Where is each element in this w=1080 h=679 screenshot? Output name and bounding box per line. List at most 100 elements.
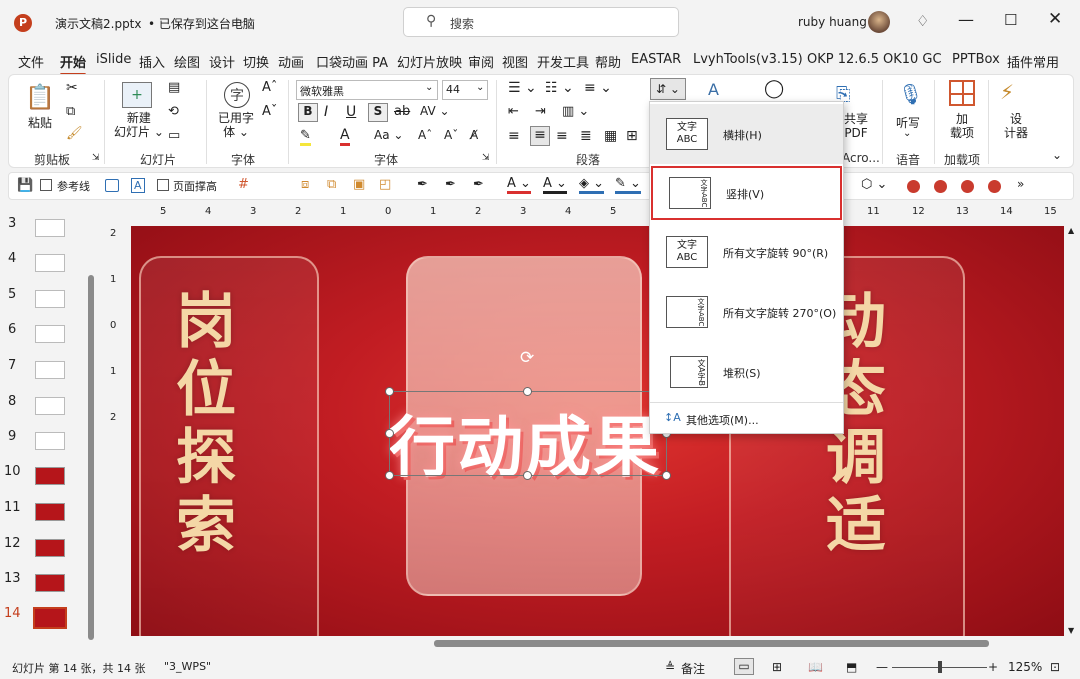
chevron-down-icon[interactable]: ⌵ bbox=[238, 13, 246, 27]
menu-item-vertical[interactable]: 文字ABC 竖排(V) bbox=[651, 166, 842, 220]
selection-box[interactable] bbox=[389, 391, 667, 476]
tab-design[interactable]: 设计 bbox=[209, 52, 235, 71]
new-slide-icon[interactable]: + bbox=[122, 82, 152, 108]
shrink-font-icon[interactable]: Aˇ bbox=[444, 128, 458, 142]
slide-thumbnail[interactable] bbox=[35, 397, 65, 415]
scroll-down-icon[interactable]: ▼ bbox=[1068, 626, 1074, 635]
lightbulb-icon[interactable]: ♢ bbox=[916, 12, 929, 30]
resize-handle[interactable] bbox=[523, 387, 532, 396]
slide-canvas[interactable]: 岗位探索 动态调适 行动成果 ⟳ bbox=[131, 226, 1064, 636]
strikethrough-icon[interactable]: ab bbox=[394, 104, 410, 119]
slide-thumbnail[interactable] bbox=[35, 503, 65, 521]
reading-view-icon[interactable]: 📖 bbox=[808, 660, 823, 674]
slide-thumbnail[interactable] bbox=[35, 574, 65, 592]
group-shapes-icon[interactable]: ⧉ bbox=[327, 177, 336, 192]
shadow-button[interactable]: S bbox=[368, 103, 388, 122]
highlight-icon[interactable]: ✎ bbox=[300, 128, 311, 146]
addins-label[interactable]: 加载项 bbox=[950, 112, 974, 140]
file-name[interactable]: 演示文稿2.pptx bbox=[55, 15, 142, 32]
merge-shapes-icon[interactable]: ▣ bbox=[353, 177, 365, 192]
addins-icon[interactable] bbox=[949, 80, 975, 106]
used-fonts-label[interactable]: 已用字体 ⌄ bbox=[218, 111, 254, 139]
slide-thumbnail[interactable] bbox=[35, 325, 65, 343]
tab-ok10[interactable]: OK10 GC bbox=[883, 52, 942, 67]
shape-effects-icon[interactable]: ⬡ ⌄ bbox=[861, 177, 887, 192]
guides-checkbox[interactable] bbox=[40, 179, 52, 191]
slideshow-icon[interactable]: ⬒ bbox=[846, 660, 857, 674]
zoom-level[interactable]: 125% bbox=[1008, 660, 1042, 674]
change-case-icon[interactable]: Aa ⌄ bbox=[374, 128, 403, 142]
text-direction-button[interactable]: ⇵ ⌄ bbox=[650, 78, 686, 100]
menu-item-more-options[interactable]: ↕A 其他选项(M)... bbox=[650, 404, 843, 434]
underline-button[interactable]: U bbox=[346, 104, 356, 120]
tab-file[interactable]: 文件 bbox=[18, 52, 44, 71]
zoom-slider-thumb[interactable] bbox=[938, 661, 942, 673]
shape-outline-icon[interactable]: ✎ ⌄ bbox=[615, 176, 641, 194]
resize-handle[interactable] bbox=[662, 471, 671, 480]
text-outline-icon[interactable]: A ⌄ bbox=[543, 176, 567, 194]
red-circle-4-icon[interactable] bbox=[988, 180, 1001, 193]
tab-review[interactable]: 审阅 bbox=[468, 52, 494, 71]
designer-label[interactable]: 设计器 bbox=[1004, 112, 1028, 140]
textbox-icon[interactable]: A bbox=[131, 178, 145, 193]
char-spacing-icon[interactable]: AV ⌄ bbox=[420, 104, 450, 118]
save-icon[interactable]: 💾 bbox=[17, 178, 33, 193]
layout-icon[interactable]: ▤ bbox=[168, 80, 180, 95]
tab-plugins[interactable]: 插件常用 bbox=[1007, 52, 1059, 71]
menu-item-horizontal[interactable]: 文字 ABC 横排(H) bbox=[650, 104, 843, 164]
copy-icon[interactable]: ⧉ bbox=[66, 104, 75, 119]
paste-label[interactable]: 粘贴 bbox=[28, 114, 52, 131]
font-color-icon[interactable]: A ⌄ bbox=[507, 176, 531, 194]
tab-slideshow[interactable]: 幻灯片放映 bbox=[397, 52, 462, 71]
decrease-indent-icon[interactable]: ⇤ bbox=[508, 104, 519, 119]
grid-icon[interactable]: # bbox=[238, 177, 249, 192]
tab-insert[interactable]: 插入 bbox=[139, 52, 165, 71]
dialog-launcher-icon[interactable]: ⇲ bbox=[482, 153, 490, 163]
rectangle-icon[interactable] bbox=[105, 179, 119, 192]
slide-sorter-icon[interactable]: ⊞ bbox=[772, 660, 782, 674]
eyedropper-fill-icon[interactable]: ✒ bbox=[445, 177, 456, 192]
justify-icon[interactable]: ≣ bbox=[580, 128, 592, 144]
tab-draw[interactable]: 绘图 bbox=[174, 52, 200, 71]
maximize-icon[interactable]: ☐ bbox=[1004, 11, 1017, 29]
format-painter-icon[interactable]: 🖌 bbox=[66, 126, 83, 141]
notes-icon[interactable]: ≜ bbox=[665, 660, 675, 674]
eyedropper-line-icon[interactable]: ✒ bbox=[473, 177, 484, 192]
used-fonts-icon[interactable]: 字 bbox=[224, 82, 250, 108]
red-circle-2-icon[interactable] bbox=[934, 180, 947, 193]
notes-button[interactable]: 备注 bbox=[681, 660, 705, 677]
reset-icon[interactable]: ⟲ bbox=[168, 104, 179, 119]
align-right-icon[interactable]: ≡ bbox=[556, 128, 568, 144]
slide-thumbnail[interactable] bbox=[35, 219, 65, 237]
font-color-icon[interactable]: A bbox=[340, 127, 350, 146]
numbering-icon[interactable]: ☷ ⌄ bbox=[545, 80, 574, 96]
smartart-icon[interactable]: ⊞ bbox=[626, 128, 638, 144]
align-center-icon[interactable]: ≡ bbox=[530, 126, 550, 146]
tab-pptbox[interactable]: PPTBox bbox=[952, 52, 1000, 67]
tab-transitions[interactable]: 切换 bbox=[243, 52, 269, 71]
resize-handle[interactable] bbox=[523, 471, 532, 480]
tab-developer[interactable]: 开发工具 bbox=[537, 52, 589, 71]
zoom-out-icon[interactable]: — bbox=[876, 660, 888, 674]
slide-thumbnail-active[interactable] bbox=[33, 607, 67, 629]
bold-button[interactable]: B bbox=[298, 103, 318, 122]
slide-thumbnail[interactable] bbox=[35, 539, 65, 557]
font-name-select[interactable]: 微软雅黑 ⌄ bbox=[296, 80, 438, 100]
red-circle-1-icon[interactable] bbox=[907, 180, 920, 193]
bullets-icon[interactable]: ☰ ⌄ bbox=[508, 80, 537, 96]
page-fill-label[interactable]: 页面撑高 bbox=[173, 178, 217, 194]
designer-icon[interactable]: ⚡ bbox=[1000, 80, 1014, 104]
chevron-down-icon[interactable]: ⌄ bbox=[903, 128, 911, 139]
text-align-icon[interactable]: A bbox=[708, 80, 719, 99]
clear-format-icon[interactable]: A̸ bbox=[470, 128, 478, 142]
decrease-font-icon[interactable]: Aˇ bbox=[262, 104, 277, 119]
section-icon[interactable]: ▭ bbox=[168, 128, 180, 143]
slide-thumbnail[interactable] bbox=[35, 467, 65, 485]
columns-icon[interactable]: ▥ ⌄ bbox=[562, 104, 589, 119]
new-slide-label[interactable]: 新建 幻灯片 ⌄ bbox=[114, 111, 164, 139]
scroll-up-icon[interactable]: ▲ bbox=[1068, 226, 1074, 235]
tab-eastar[interactable]: EASTAR bbox=[631, 52, 681, 67]
paste-icon[interactable]: 📋 bbox=[25, 82, 55, 112]
font-size-select[interactable]: 44 ⌄ bbox=[442, 80, 488, 100]
tab-animations[interactable]: 动画 bbox=[278, 52, 304, 71]
